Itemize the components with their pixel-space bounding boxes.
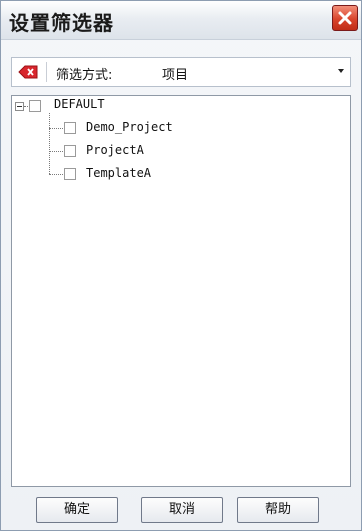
project-tree[interactable]: DEFAULT Demo_Project ProjectA TemplateA — [11, 95, 351, 487]
tree-node-templatea[interactable]: TemplateA — [86, 166, 151, 180]
tree-connector — [49, 151, 63, 152]
tree-connector — [49, 174, 63, 175]
tree-connector — [49, 113, 50, 174]
child-checkbox[interactable] — [64, 122, 76, 134]
toolbar-separator — [46, 62, 47, 82]
root-checkbox[interactable] — [29, 100, 41, 112]
tree-node-projecta[interactable]: ProjectA — [86, 143, 144, 157]
filter-toolbar: 筛选方式: 项目 — [11, 57, 351, 87]
remove-filter-button[interactable] — [18, 64, 38, 80]
tree-node-demo-project[interactable]: Demo_Project — [86, 120, 173, 134]
ok-button[interactable]: 确定 — [36, 497, 118, 523]
collapse-icon[interactable] — [15, 102, 24, 111]
child-checkbox[interactable] — [64, 145, 76, 157]
tree-connector — [49, 128, 63, 129]
cancel-button[interactable]: 取消 — [141, 497, 223, 523]
close-button[interactable] — [332, 5, 358, 31]
chevron-down-icon[interactable] — [338, 69, 344, 73]
filter-mode-label: 筛选方式: — [56, 68, 113, 83]
help-button[interactable]: 帮助 — [237, 497, 319, 523]
filter-mode-select[interactable]: 项目 — [152, 61, 348, 83]
tree-connector — [24, 106, 28, 107]
title-bar[interactable]: 设置筛选器 — [1, 1, 361, 40]
filter-mode-value: 项目 — [162, 68, 189, 83]
child-checkbox[interactable] — [64, 168, 76, 180]
close-icon — [338, 11, 352, 25]
dialog-title: 设置筛选器 — [9, 11, 114, 35]
tree-node-default[interactable]: DEFAULT — [54, 97, 105, 111]
remove-filter-icon — [18, 65, 38, 79]
filter-dialog: 设置筛选器 筛选方式: 项目 DEFAULT Demo_Project Proj… — [0, 0, 362, 531]
